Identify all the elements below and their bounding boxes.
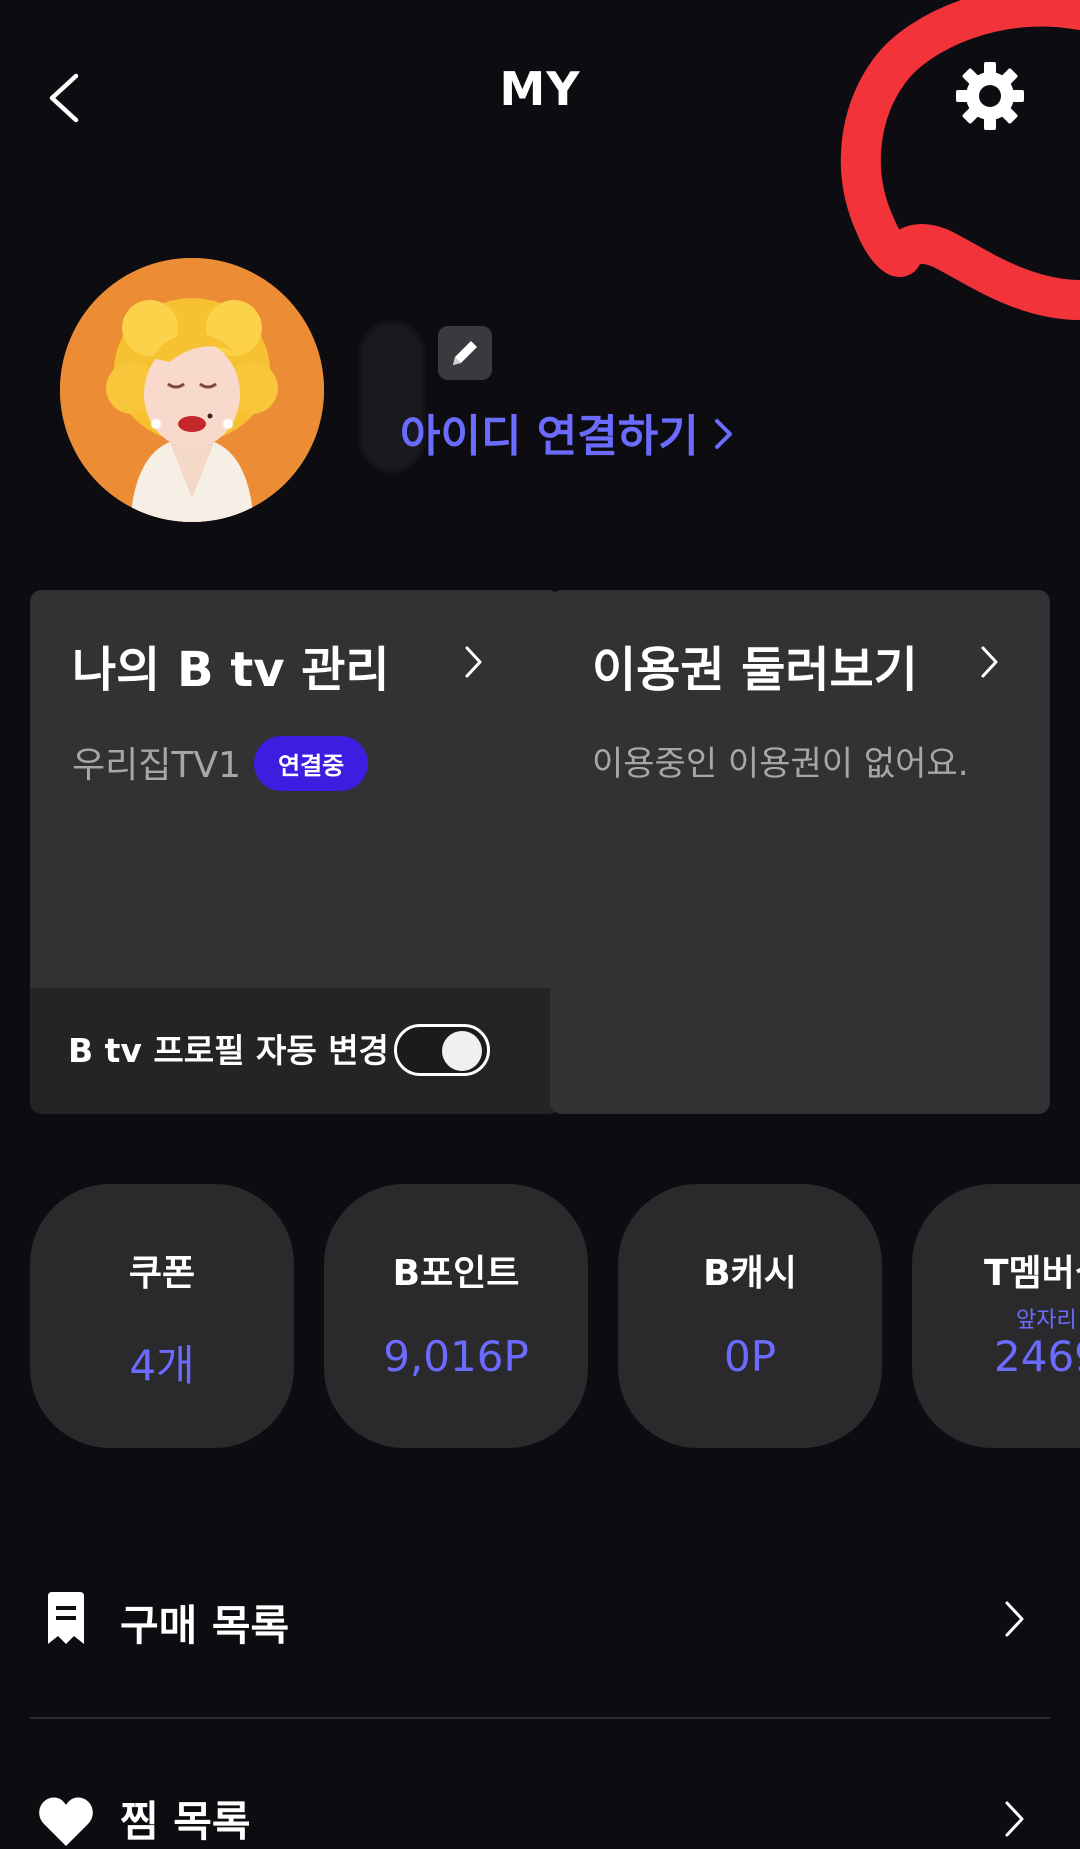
settings-button[interactable] bbox=[954, 60, 1026, 132]
coupon-value: 4개 bbox=[129, 1341, 195, 1390]
avatar[interactable] bbox=[60, 258, 324, 522]
tmembership-label: T멤버십 bbox=[984, 1253, 1080, 1294]
btv-card-title: 나의 B tv 관리 bbox=[72, 642, 390, 698]
bcash-label: B캐시 bbox=[703, 1253, 797, 1294]
auto-profile-toggle-row: B tv 프로필 자동 변경 bbox=[30, 988, 560, 1114]
pass-card-title: 이용권 둘러보기 bbox=[592, 642, 918, 698]
device-name: 우리집TV1 bbox=[72, 745, 241, 786]
link-id-label: 아이디 연결하기 bbox=[400, 411, 699, 462]
chevron-right-icon bbox=[1005, 1601, 1024, 1637]
bpoint-value: 9,016P bbox=[383, 1332, 529, 1381]
bpoint-label: B포인트 bbox=[392, 1253, 520, 1294]
coupon-label: 쿠폰 bbox=[128, 1253, 196, 1294]
coupon-stat[interactable]: 쿠폰 4개 bbox=[30, 1184, 294, 1448]
tmembership-sub: 앞자리 bbox=[1016, 1308, 1077, 1333]
chevron-right-icon bbox=[713, 411, 735, 462]
bcash-value: 0P bbox=[723, 1332, 777, 1381]
purchase-list-row[interactable]: 구매 목록 bbox=[0, 1570, 1080, 1670]
wishlist-row[interactable]: 찜 목록 bbox=[0, 1768, 1080, 1846]
btv-manage-card[interactable]: 나의 B tv 관리 우리집TV1 연결중 B tv 프로필 자동 변경 bbox=[30, 590, 560, 1114]
chevron-right-icon bbox=[465, 646, 482, 678]
annotation-scribble bbox=[840, 0, 1080, 320]
status-badge: 연결중 bbox=[254, 736, 369, 791]
toggle-label: B tv 프로필 자동 변경 bbox=[68, 1031, 389, 1070]
wishlist-label: 찜 목록 bbox=[120, 1797, 251, 1846]
tmembership-value: 2469 bbox=[994, 1332, 1080, 1381]
purchase-list-label: 구매 목록 bbox=[120, 1601, 290, 1650]
pass-message: 이용중인 이용권이 없어요. bbox=[592, 744, 969, 784]
chevron-right-icon bbox=[1005, 1801, 1024, 1837]
edit-profile-button[interactable] bbox=[438, 326, 492, 380]
page-title: MY bbox=[499, 62, 581, 116]
bcash-stat[interactable]: B캐시 0P bbox=[618, 1184, 882, 1448]
pass-browse-card[interactable]: 이용권 둘러보기 이용중인 이용권이 없어요. bbox=[550, 590, 1050, 1114]
bpoint-stat[interactable]: B포인트 9,016P bbox=[324, 1184, 588, 1448]
chevron-right-icon bbox=[981, 646, 998, 678]
pencil-icon bbox=[453, 341, 477, 365]
heart-icon bbox=[39, 1797, 93, 1846]
auto-profile-toggle[interactable] bbox=[394, 1024, 490, 1076]
avatar-illustration bbox=[60, 258, 324, 522]
divider bbox=[30, 1717, 1050, 1719]
receipt-icon bbox=[48, 1592, 84, 1644]
link-id-button[interactable]: 아이디 연결하기 bbox=[400, 400, 735, 464]
gear-icon bbox=[956, 62, 1024, 130]
toggle-knob bbox=[442, 1031, 482, 1071]
tmembership-stat[interactable]: T멤버십 앞자리 2469 bbox=[912, 1184, 1080, 1448]
